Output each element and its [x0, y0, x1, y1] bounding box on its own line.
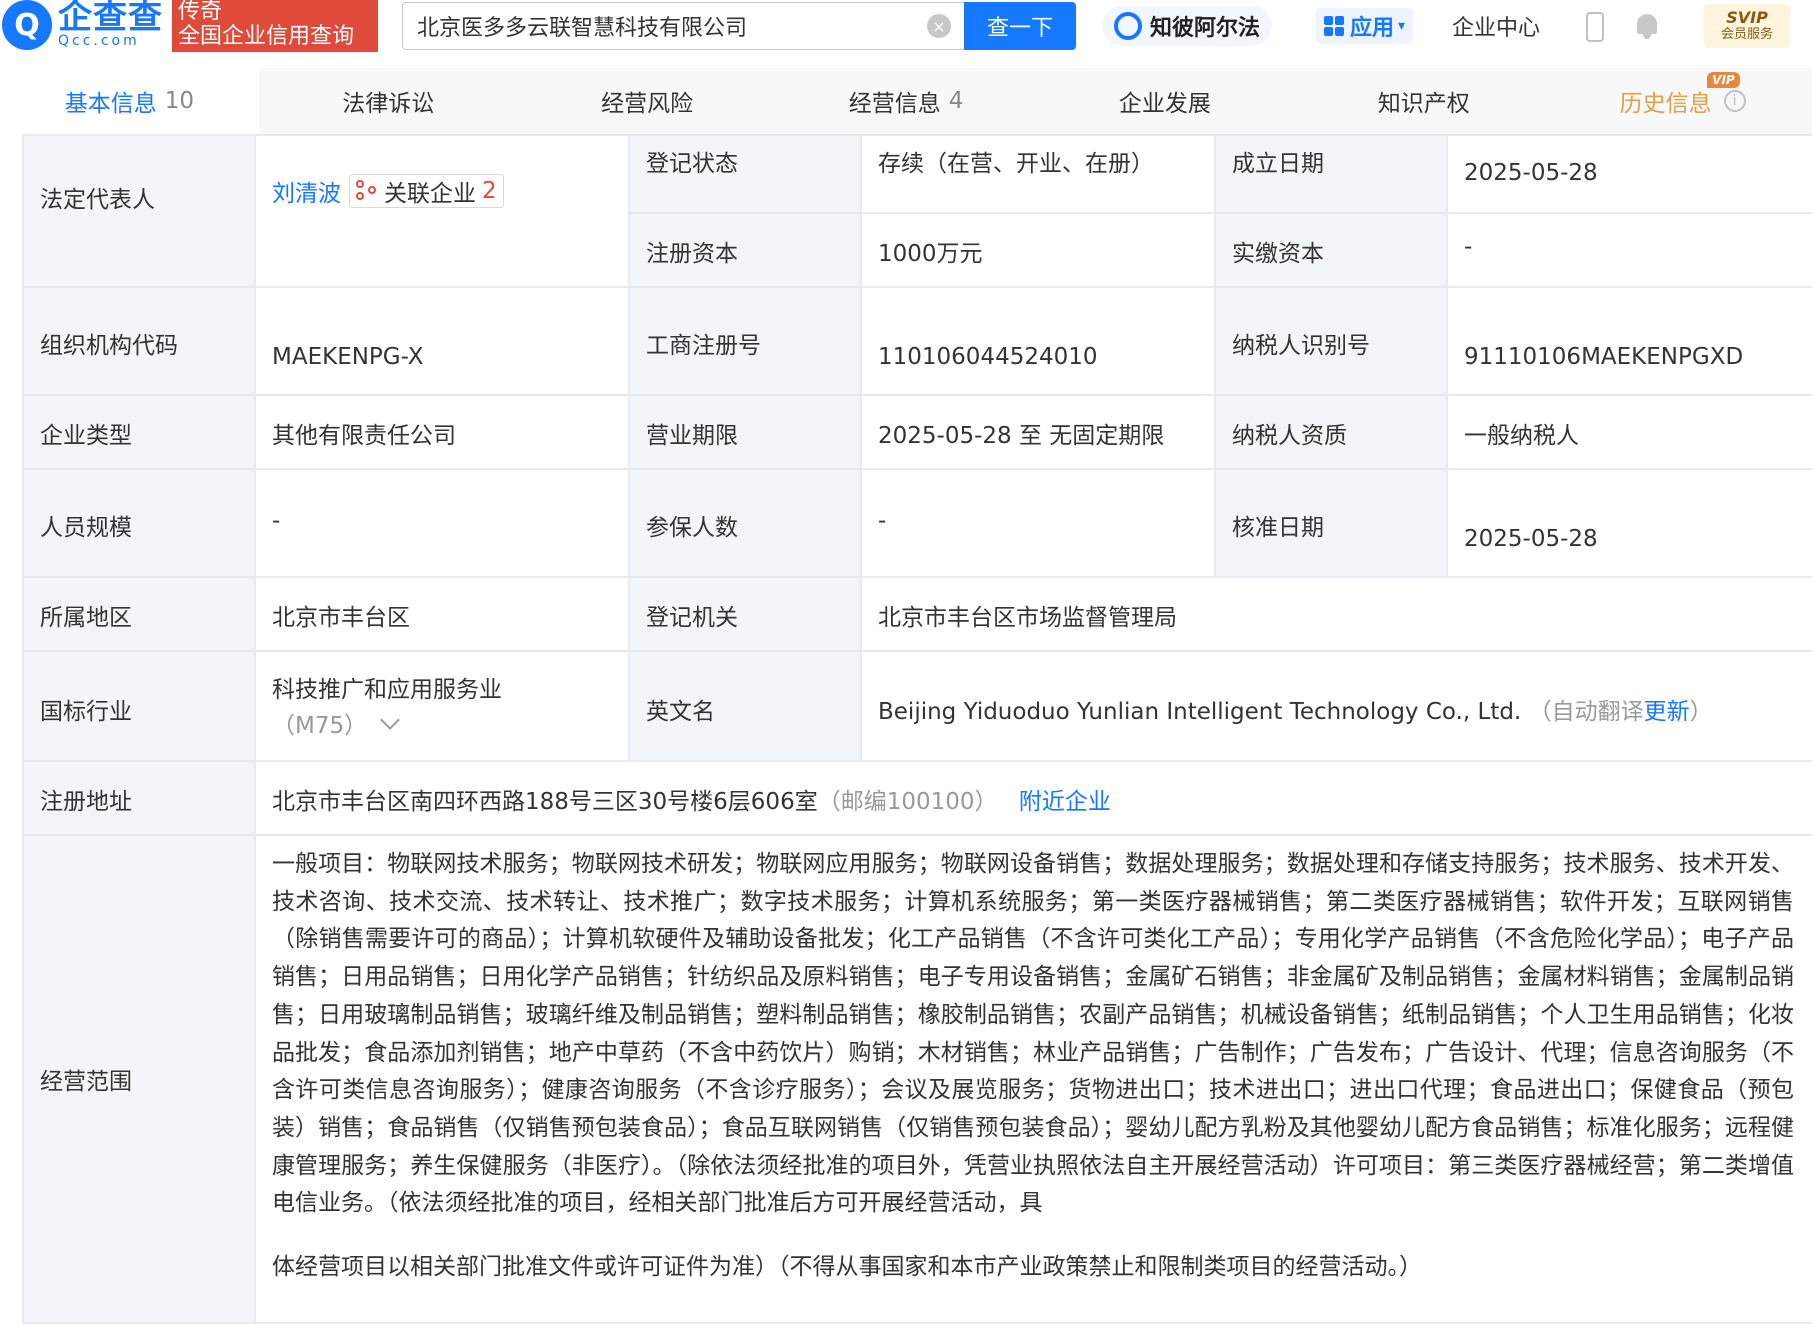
taxpayer-label: 纳税人资质 — [1214, 394, 1448, 470]
reg-status-label: 登记状态 — [628, 134, 862, 214]
chevron-down-icon: ▾ — [1398, 18, 1406, 34]
tab-legal[interactable]: 法律诉讼 — [259, 68, 518, 134]
staff-label: 人员规模 — [22, 468, 256, 578]
apps-label: 应用 — [1350, 16, 1395, 41]
biz-reg-no-label: 工商注册号 — [628, 286, 862, 396]
postcode: （邮编100100） — [817, 789, 998, 815]
approved-value: 2025-05-28 — [1446, 468, 1812, 578]
qcc-logo[interactable]: Q 企查查 Qcc.com — [0, 0, 163, 52]
staff-value: - — [254, 468, 630, 578]
approved-label: 核准日期 — [1214, 468, 1448, 578]
english-name-label: 英文名 — [628, 650, 862, 762]
zhibi-alpha-button[interactable]: 知彼阿尔法 — [1102, 6, 1273, 46]
zhibi-logo-icon — [1114, 12, 1142, 40]
nearby-companies-link[interactable]: 附近企业 — [1019, 789, 1111, 815]
region-label: 所属地区 — [22, 576, 256, 652]
search-input[interactable] — [417, 13, 917, 39]
reg-status-value: 存续（在营、开业、在册） — [860, 134, 1216, 214]
search-box: × — [402, 2, 964, 50]
address-text: 北京市丰台区南四环西路188号三区30号楼6层606室 — [272, 789, 818, 815]
industry-label: 国标行业 — [22, 650, 256, 762]
legal-rep-cell: 刘清波 关联企业 2 — [254, 134, 630, 288]
apps-grid-icon — [1324, 16, 1344, 36]
company-type-label: 企业类型 — [22, 394, 256, 470]
scope-tail-text: 体经营项目以相关部门批准文件或许可证件为准）（不得从事国家和本市产业政策禁止和限… — [272, 1254, 1422, 1281]
related-companies-button[interactable]: 关联企业 2 — [349, 174, 504, 208]
info-icon[interactable]: i — [1723, 90, 1746, 112]
translate-update-link[interactable]: 更新 — [1644, 699, 1690, 725]
enterprise-center-link[interactable]: 企业中心 — [1452, 10, 1540, 42]
insured-value: - — [860, 468, 1216, 578]
tab-history[interactable]: 历史信息 VIP i — [1553, 68, 1812, 134]
reg-capital-value: 1000万元 — [860, 212, 1216, 288]
tab-operation[interactable]: 经营信息 4 — [777, 68, 1036, 134]
address-label: 注册地址 — [22, 760, 256, 836]
taxpayer-value: 一般纳税人 — [1446, 394, 1812, 470]
qcc-logo-icon: Q — [2, 0, 52, 50]
section-tabs: 基本信息 10 法律诉讼 经营风险 经营信息 4 企业发展 知识产权 历史信息 VI… — [0, 68, 1812, 134]
basic-info-table: 法定代表人 刘清波 关联企业 2 登记状态 存续（在营、开业、在册） 成立日期 … — [22, 134, 1812, 1324]
authority-label: 登记机关 — [628, 576, 862, 652]
logo-wordmark: 企查查 — [58, 0, 163, 37]
bell-icon[interactable] — [1634, 12, 1660, 40]
authority-value: 北京市丰台区市场监督管理局 — [860, 576, 1812, 652]
paid-capital-label: 实缴资本 — [1214, 212, 1448, 288]
scope-main-text: 一般项目：物联网技术服务；物联网技术研发；物联网应用服务；物联网设备销售；数据处… — [272, 851, 1794, 1217]
tab-development[interactable]: 企业发展 — [1035, 68, 1294, 134]
zhibi-label: 知彼阿尔法 — [1150, 16, 1261, 41]
phone-icon[interactable] — [1586, 12, 1604, 42]
biz-term-value: 2025-05-28 至 无固定期限 — [860, 394, 1216, 470]
industry-value: 科技推广和应用服务业 （M75） — [254, 650, 630, 762]
company-type-value: 其他有限责任公司 — [254, 394, 630, 470]
biz-term-label: 营业期限 — [628, 394, 862, 470]
top-bar: Q 企查查 Qcc.com 传奇 全国企业信用查询 × 查一下 知彼阿尔法 应用… — [0, 0, 1812, 58]
legal-rep-label: 法定代表人 — [22, 134, 256, 288]
industry-name: 科技推广和应用服务业 — [272, 677, 502, 703]
svip-title: SVIP — [1726, 8, 1768, 27]
tab-risk[interactable]: 经营风险 — [518, 68, 777, 134]
scope-value: 一般项目：物联网技术服务；物联网技术研发；物联网应用服务；物联网设备销售；数据处… — [254, 834, 1812, 1324]
chevron-down-icon[interactable] — [380, 710, 401, 730]
org-code-label: 组织机构代码 — [22, 286, 256, 396]
svip-button[interactable]: SVIP 会员服务 — [1704, 4, 1790, 48]
reg-capital-label: 注册资本 — [628, 212, 862, 288]
region-value: 北京市丰台区 — [254, 576, 630, 652]
founded-label: 成立日期 — [1214, 134, 1448, 214]
vip-badge: VIP — [1707, 72, 1740, 88]
search-button[interactable]: 查一下 — [964, 2, 1076, 50]
slogan-bottom: 全国企业信用查询 — [178, 24, 355, 49]
svip-subtitle: 会员服务 — [1720, 27, 1773, 42]
english-name: Beijing Yiduoduo Yunlian Intelligent Tec… — [878, 699, 1522, 725]
clear-icon[interactable]: × — [927, 14, 951, 38]
scope-label: 经营范围 — [22, 834, 256, 1324]
industry-code: （M75） — [272, 713, 368, 739]
tax-id-label: 纳税人识别号 — [1214, 286, 1448, 396]
biz-reg-no-value: 110106044524010 — [860, 286, 1216, 396]
slogan-top: 传奇 — [178, 0, 223, 24]
founded-value: 2025-05-28 — [1446, 134, 1812, 214]
tax-id-value: 91110106MAEKENPGXD — [1446, 286, 1812, 396]
english-name-value: Beijing Yiduoduo Yunlian Intelligent Tec… — [860, 650, 1812, 762]
logo-domain: Qcc.com — [58, 33, 140, 49]
org-code-value: MAEKENPG-X — [254, 286, 630, 396]
apps-menu[interactable]: 应用 ▾ — [1316, 8, 1414, 44]
paid-capital-value: - — [1446, 212, 1812, 288]
tab-ip[interactable]: 知识产权 — [1294, 68, 1553, 134]
insured-label: 参保人数 — [628, 468, 862, 578]
legal-rep-name[interactable]: 刘清波 — [272, 174, 341, 208]
tab-basic-info[interactable]: 基本信息 10 — [0, 68, 259, 134]
address-value: 北京市丰台区南四环西路188号三区30号楼6层606室（邮编100100） 附近… — [254, 760, 1812, 836]
network-icon — [356, 180, 378, 202]
slogan-banner: 传奇 全国企业信用查询 — [172, 0, 378, 52]
